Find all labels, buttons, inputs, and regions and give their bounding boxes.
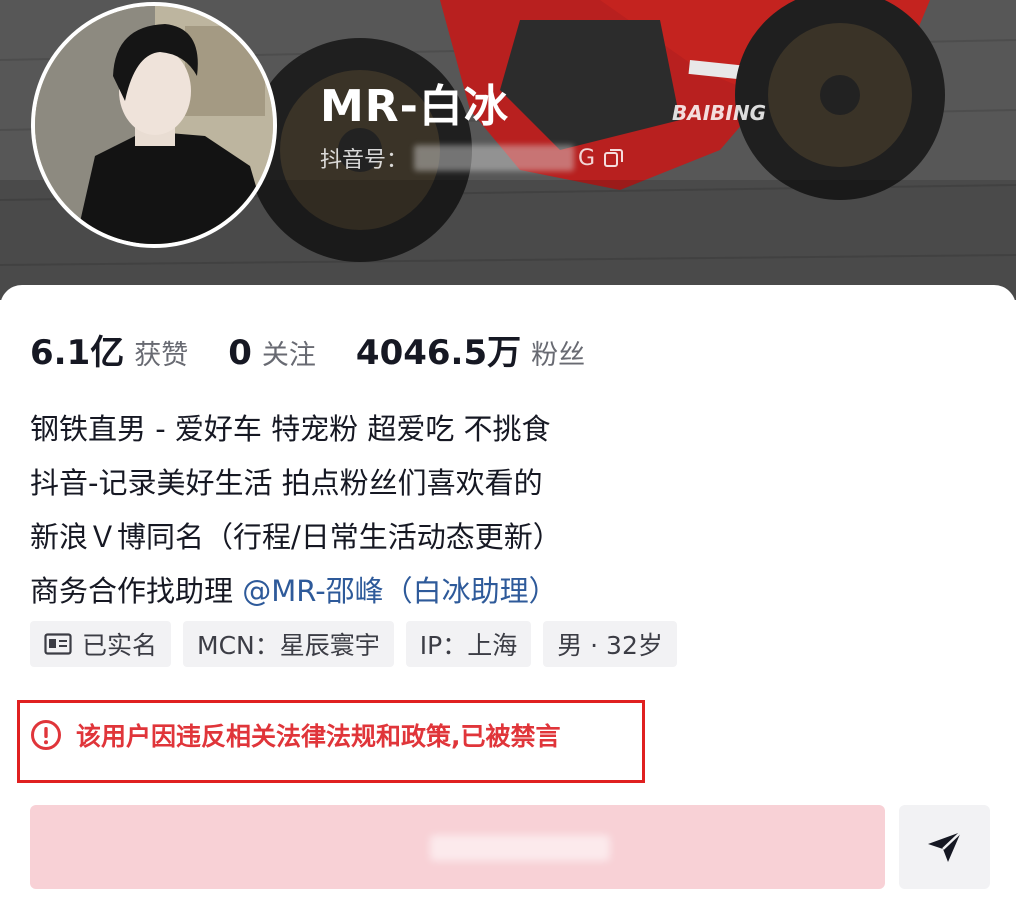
following-count: 0: [228, 333, 252, 373]
ban-warning: 该用户因违反相关法律法规和政策,已被禁言: [30, 717, 561, 753]
follow-button-blurred-label: [430, 835, 610, 861]
bio-line: 新浪Ｖ博同名（行程/日常生活动态更新）: [30, 520, 562, 554]
follow-button[interactable]: [30, 805, 885, 889]
followers-count: 4046.5万: [355, 333, 522, 373]
svg-text:BAIBING: BAIBING: [672, 101, 766, 125]
id-card-icon: [44, 633, 72, 655]
stat-likes[interactable]: 6.1亿 获赞: [30, 325, 188, 374]
bio: 钢铁直男 - 爱好车 特宠粉 超爱吃 不挑食 抖音-记录美好生活 拍点粉丝们喜欢…: [30, 402, 562, 618]
tag-mcn[interactable]: MCN：星辰寰宇: [183, 621, 394, 667]
likes-count: 6.1亿: [30, 333, 125, 373]
bio-line: 抖音-记录美好生活 拍点粉丝们喜欢看的: [30, 466, 543, 500]
exclamation-circle-icon: [31, 720, 61, 750]
profile-cover: BAIBING MR-白冰 抖音号： G: [0, 0, 1016, 300]
tag-verified-label: 已实名: [82, 631, 158, 660]
tag-gender-age-label: 男 · 32岁: [557, 631, 663, 660]
douyin-id-label: 抖音号：: [320, 148, 409, 173]
stat-followers[interactable]: 4046.5万 粉丝: [356, 325, 585, 374]
send-arrow-icon: [927, 831, 962, 862]
copy-icon[interactable]: [603, 147, 625, 169]
avatar[interactable]: [31, 2, 277, 248]
likes-label: 获赞: [134, 340, 189, 371]
bio-line: 商务合作找助理 @MR-邵峰（白冰助理）: [30, 564, 562, 618]
douyin-id-tail: G: [578, 145, 596, 171]
douyin-id-blurred-value: [414, 145, 575, 171]
tag-mcn-label: MCN：星辰寰宇: [197, 631, 380, 660]
share-button[interactable]: [899, 805, 990, 889]
tag-ip: IP：上海: [405, 621, 532, 667]
bio-line-text: 商务合作找助理: [30, 574, 243, 608]
profile-card: 6.1亿 获赞 0 关注 4046.5万 粉丝 钢铁直男 - 爱好车 特宠粉 超…: [0, 285, 1016, 918]
mention-link[interactable]: @MR-邵峰（白冰助理）: [242, 574, 557, 608]
bio-line: 钢铁直男 - 爱好车 特宠粉 超爱吃 不挑食: [30, 412, 551, 446]
douyin-id: 抖音号： G: [320, 142, 625, 174]
tag-gender-age: 男 · 32岁: [543, 621, 677, 667]
followers-label: 粉丝: [531, 340, 586, 371]
nickname: MR-白冰: [320, 81, 509, 132]
profile-tags: 已实名 MCN：星辰寰宇 IP：上海 男 · 32岁: [30, 621, 689, 667]
tag-verified[interactable]: 已实名: [30, 621, 172, 667]
ban-warning-text: 该用户因违反相关法律法规和政策,已被禁言: [76, 722, 561, 751]
tag-ip-label: IP：上海: [419, 631, 518, 660]
stats-row: 6.1亿 获赞 0 关注 4046.5万 粉丝: [30, 325, 625, 374]
following-label: 关注: [261, 340, 316, 371]
stat-following[interactable]: 0 关注: [228, 333, 316, 373]
